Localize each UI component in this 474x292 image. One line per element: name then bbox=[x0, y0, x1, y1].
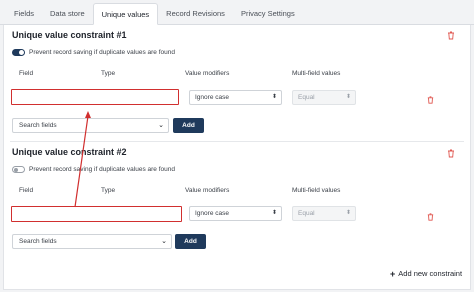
tab-data-store[interactable]: Data store bbox=[42, 3, 93, 24]
prevent-saving-toggle-row: Prevent record saving if duplicate value… bbox=[12, 49, 175, 56]
prevent-saving-toggle-row: Prevent record saving if duplicate value… bbox=[12, 166, 175, 173]
add-new-constraint-button[interactable]: + Add new constraint bbox=[390, 269, 462, 278]
add-field-button[interactable]: Add bbox=[175, 234, 206, 249]
chevron-down-icon: ⌄ bbox=[161, 238, 167, 245]
prevent-saving-label: Prevent record saving if duplicate value… bbox=[29, 166, 175, 173]
column-header-type: Type bbox=[101, 70, 116, 77]
search-fields-placeholder: Search fields bbox=[19, 122, 57, 129]
multi-field-value: Equal bbox=[298, 94, 315, 101]
search-fields-select[interactable]: Search fields ⌄ bbox=[12, 118, 169, 133]
add-new-constraint-label: Add new constraint bbox=[398, 269, 463, 278]
delete-row-icon[interactable] bbox=[427, 91, 434, 104]
column-header-value-modifiers: Value modifiers bbox=[185, 187, 230, 194]
delete-row-icon[interactable] bbox=[427, 208, 434, 221]
chevron-updown-icon: ⬍ bbox=[271, 94, 277, 100]
section-divider bbox=[10, 141, 464, 142]
constraint-section-1: Unique value constraint #1 Prevent recor… bbox=[4, 25, 470, 143]
column-header-multi-field-values: Multi-field values bbox=[292, 187, 341, 194]
search-fields-select[interactable]: Search fields ⌄ bbox=[12, 234, 172, 249]
value-modifier-select[interactable]: Ignore case ⬍ bbox=[189, 206, 282, 221]
constraint-section-2: Unique value constraint #2 Prevent recor… bbox=[4, 144, 470, 259]
column-header-field: Field bbox=[19, 70, 34, 77]
prevent-saving-toggle[interactable] bbox=[12, 166, 25, 173]
column-header-type: Type bbox=[101, 187, 116, 194]
plus-icon: + bbox=[390, 268, 396, 279]
search-fields-placeholder: Search fields bbox=[19, 238, 57, 245]
column-header-field: Field bbox=[19, 187, 34, 194]
tab-fields[interactable]: Fields bbox=[6, 3, 42, 24]
chevron-updown-icon: ⬍ bbox=[345, 94, 351, 100]
tab-unique-values[interactable]: Unique values bbox=[92, 3, 159, 25]
column-header-multi-field-values: Multi-field values bbox=[292, 70, 341, 77]
field-input[interactable] bbox=[11, 89, 179, 105]
delete-constraint-icon[interactable] bbox=[447, 31, 455, 40]
constraint-title: Unique value constraint #1 bbox=[12, 30, 127, 40]
add-field-button[interactable]: Add bbox=[173, 118, 204, 133]
multi-field-select: Equal ⬍ bbox=[292, 90, 356, 105]
tab-privacy-settings[interactable]: Privacy Settings bbox=[233, 3, 303, 24]
multi-field-select: Equal ⬍ bbox=[292, 206, 356, 221]
prevent-saving-toggle[interactable] bbox=[12, 49, 25, 56]
chevron-updown-icon: ⬍ bbox=[271, 210, 277, 216]
value-modifier-select[interactable]: Ignore case ⬍ bbox=[189, 90, 282, 105]
chevron-updown-icon: ⬍ bbox=[345, 210, 351, 216]
tab-record-revisions[interactable]: Record Revisions bbox=[158, 3, 233, 24]
column-header-value-modifiers: Value modifiers bbox=[185, 70, 230, 77]
multi-field-value: Equal bbox=[298, 210, 315, 217]
constraint-title: Unique value constraint #2 bbox=[12, 147, 127, 157]
chevron-down-icon: ⌄ bbox=[158, 122, 164, 129]
field-input[interactable] bbox=[11, 206, 182, 222]
value-modifier-value: Ignore case bbox=[195, 94, 229, 101]
prevent-saving-label: Prevent record saving if duplicate value… bbox=[29, 49, 175, 56]
value-modifier-value: Ignore case bbox=[195, 210, 229, 217]
delete-constraint-icon[interactable] bbox=[447, 149, 455, 158]
unique-values-panel: Unique value constraint #1 Prevent recor… bbox=[3, 25, 471, 290]
tab-bar: Fields Data store Unique values Record R… bbox=[0, 0, 474, 25]
